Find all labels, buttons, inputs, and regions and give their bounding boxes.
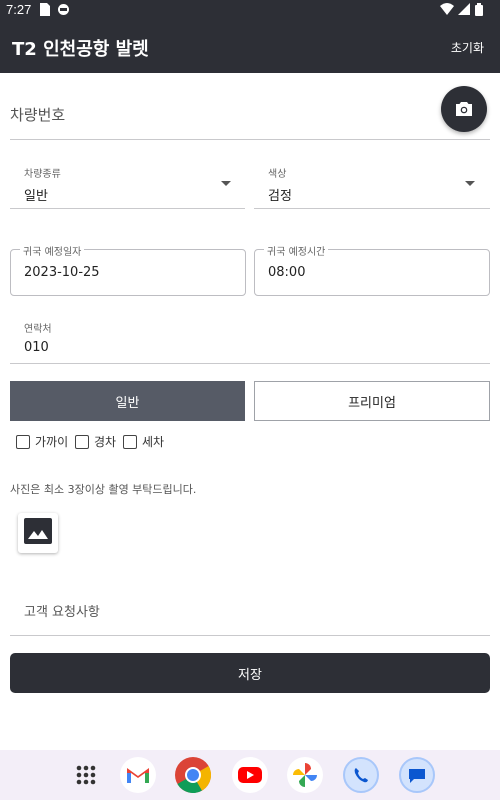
customer-request-underline — [10, 635, 490, 636]
checkbox[interactable] — [75, 434, 89, 449]
contact-value: 010 — [24, 340, 49, 355]
dropdown-arrow-icon — [221, 181, 231, 186]
battery-icon — [475, 3, 483, 19]
extra-option-label: 세차 — [142, 435, 165, 449]
dropdown-arrow-icon — [465, 181, 475, 186]
contact-label: 연락처 — [24, 324, 52, 335]
extra-option-compact-car[interactable]: 경차 — [75, 433, 116, 450]
plate-field-label: 차량번호 — [10, 106, 66, 124]
vehicle-type-underline — [10, 208, 245, 209]
return-date-value: 2023-10-25 — [24, 265, 100, 280]
extra-option-car-wash[interactable]: 세차 — [123, 433, 164, 450]
save-button[interactable]: 저장 — [10, 653, 490, 693]
vehicle-type-value: 일반 — [24, 189, 48, 204]
add-photo-button[interactable] — [18, 513, 58, 553]
camera-button[interactable] — [441, 86, 487, 132]
color-underline — [254, 208, 490, 209]
phone-icon[interactable] — [343, 757, 379, 793]
extra-option-label: 경차 — [94, 435, 117, 449]
wifi-icon — [440, 3, 454, 18]
customer-request-label: 고객 요청사항 — [24, 605, 100, 620]
youtube-icon[interactable] — [232, 757, 268, 793]
gmail-icon[interactable] — [120, 757, 156, 793]
image-icon — [24, 518, 52, 548]
service-type-premium-button[interactable]: 프리미엄 — [254, 381, 490, 421]
color-label: 색상 — [268, 169, 287, 180]
checkbox[interactable] — [16, 434, 30, 449]
app-notification-icon — [57, 3, 70, 19]
status-bar: 7:27 — [0, 0, 500, 20]
return-time-label: 귀국 예정시간 — [264, 243, 329, 258]
reset-button[interactable]: 초기화 — [451, 39, 484, 56]
service-type-standard-button[interactable]: 일반 — [10, 381, 245, 421]
status-time: 7:27 — [6, 2, 32, 17]
contact-underline — [10, 363, 490, 364]
app-bar: T2 인천공항 발렛 초기화 — [0, 20, 500, 73]
return-date-label: 귀국 예정일자 — [20, 243, 85, 258]
extra-option-label: 가까이 — [35, 435, 69, 449]
messages-icon[interactable] — [399, 757, 435, 793]
color-value: 검정 — [268, 189, 292, 204]
photo-notice: 사진은 최소 3장이상 촬영 부탁드립니다. — [10, 483, 197, 496]
vehicle-type-label: 차량종류 — [24, 169, 61, 180]
checkbox[interactable] — [123, 434, 137, 449]
chrome-icon[interactable] — [175, 757, 212, 794]
sim-icon — [40, 3, 50, 19]
plate-field-underline — [10, 139, 490, 140]
app-drawer-icon[interactable] — [68, 757, 104, 793]
extra-option-nearby[interactable]: 가까이 — [16, 433, 68, 450]
camera-icon — [455, 101, 473, 121]
signal-icon — [458, 3, 470, 18]
photos-icon[interactable] — [287, 757, 323, 793]
page-title: T2 인천공항 발렛 — [12, 39, 149, 60]
return-time-value: 08:00 — [268, 265, 306, 280]
